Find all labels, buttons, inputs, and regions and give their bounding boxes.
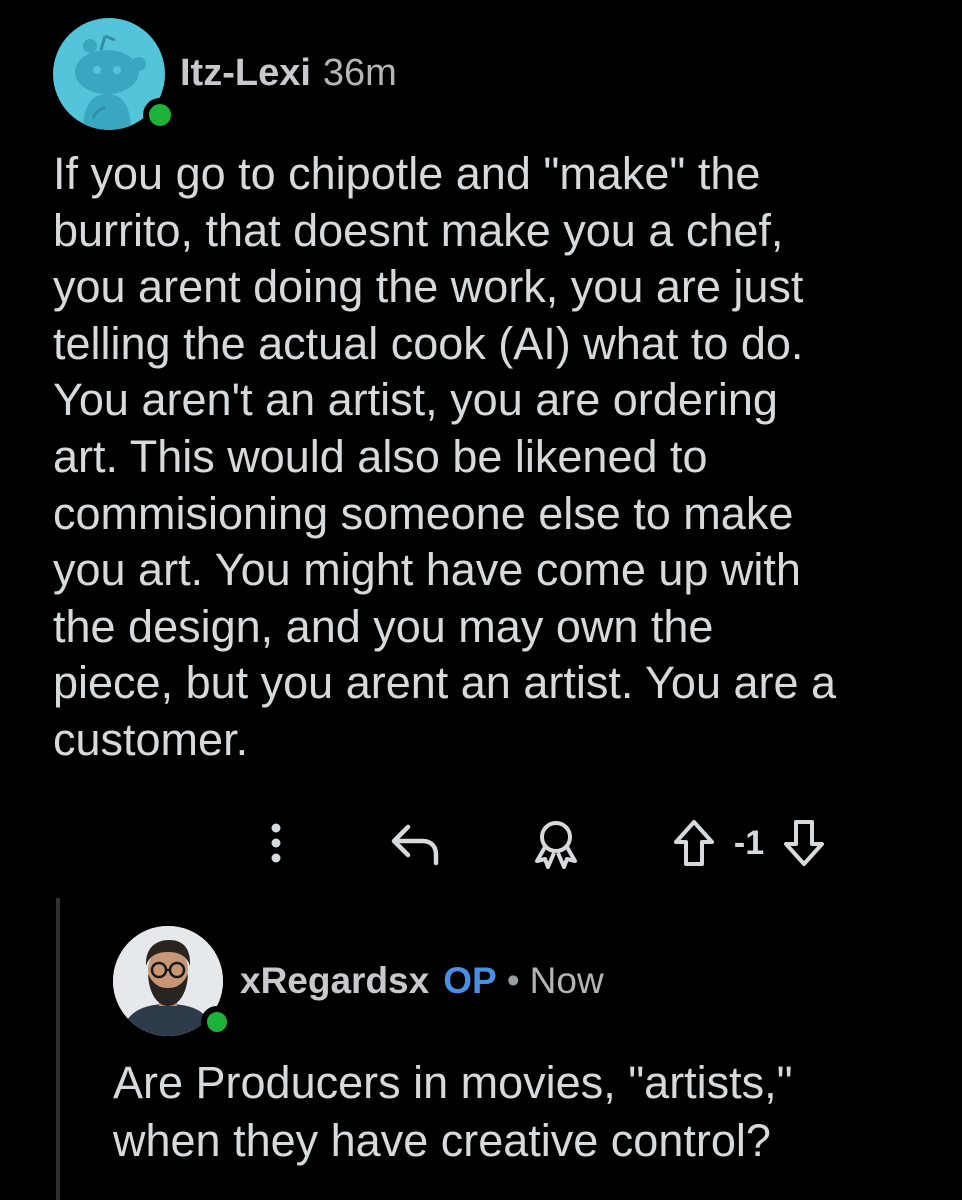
vote-score: -1: [733, 823, 765, 862]
more-vertical-icon: [271, 823, 281, 863]
reply-timestamp: Now: [529, 960, 604, 1001]
reply-icon: [391, 824, 439, 866]
reply-username[interactable]: xRegardsx: [240, 960, 429, 1002]
separator-dot: •: [506, 960, 520, 1001]
more-options-button[interactable]: [252, 808, 300, 878]
upvote-icon: [674, 820, 714, 866]
thread-line[interactable]: [56, 898, 60, 1200]
downvote-button[interactable]: [776, 808, 832, 878]
online-status-dot: [143, 98, 177, 132]
timestamp: 36m: [322, 52, 397, 94]
upvote-button[interactable]: [668, 808, 720, 878]
username[interactable]: Itz-Lexi: [180, 52, 311, 95]
op-badge: OP: [443, 960, 497, 1001]
comment-body: If you go to chipotle and "make" the bur…: [53, 148, 837, 765]
award-button[interactable]: [526, 808, 586, 878]
comment-actions: -1: [250, 808, 890, 878]
reply-user-avatar[interactable]: [113, 926, 233, 1038]
reply-button[interactable]: [386, 808, 446, 878]
award-icon: [535, 821, 577, 869]
reply-body: Are Producers in movies, "artists," when…: [113, 1057, 793, 1166]
reply-header: xRegardsx OP • Now: [240, 960, 604, 1002]
comment-header: Itz-Lexi 36m: [180, 52, 397, 95]
online-status-dot: [201, 1006, 233, 1038]
user-avatar[interactable]: [53, 18, 177, 132]
downvote-icon: [784, 820, 824, 866]
